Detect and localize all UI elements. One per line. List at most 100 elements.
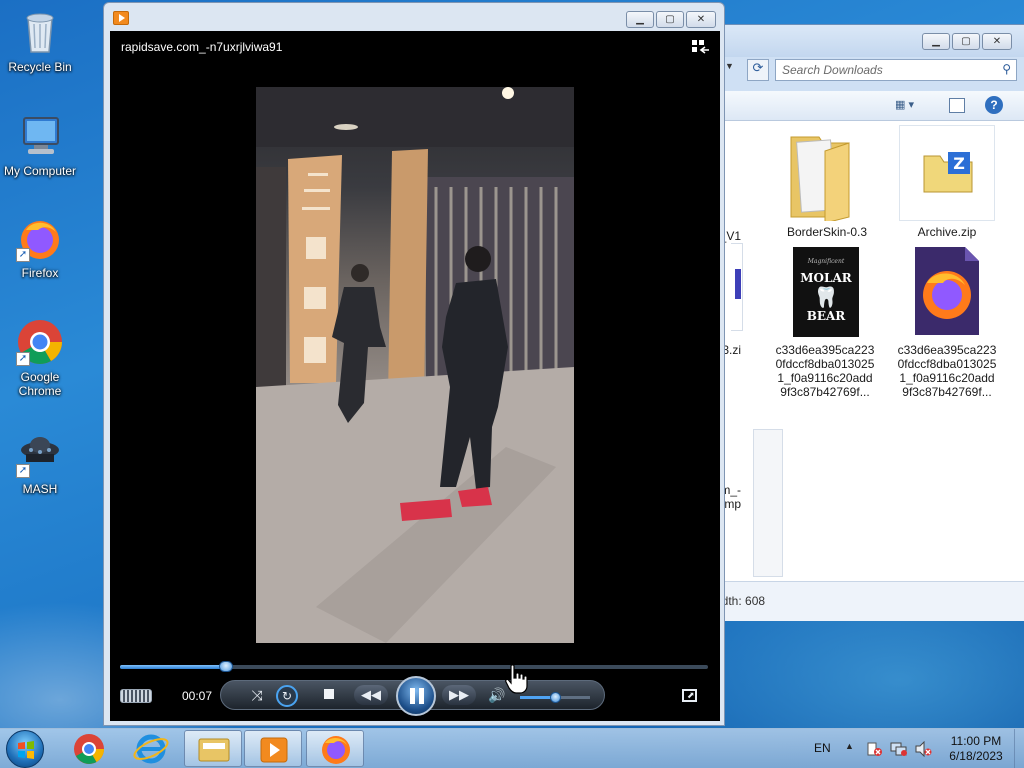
show-hidden-icons-icon[interactable]: ▲ (845, 741, 855, 753)
poster-thumbnail: Magnificent MOLAR 🦷 BEAR (777, 243, 873, 339)
internet-explorer-icon (133, 734, 169, 764)
video-title: rapidsave.com_-n7uxrjlviwa91 (121, 40, 283, 54)
fullscreen-icon[interactable]: ⬈ (682, 689, 697, 702)
fast-forward-icon[interactable]: ▶▶ (442, 685, 476, 705)
system-clock[interactable]: 11:00 PM 6/18/2023 (940, 734, 1012, 764)
file-item-borderskin[interactable]: BorderSkin-0.3 (777, 125, 877, 239)
stop-icon[interactable] (324, 689, 334, 699)
recycle-bin-icon (16, 8, 64, 56)
show-desktop-button[interactable] (1014, 729, 1024, 768)
network-icon[interactable] (890, 741, 908, 757)
preview-pane-icon[interactable] (949, 98, 965, 113)
time-display: 00:07 (182, 689, 213, 703)
address-dropdown-icon[interactable]: ▼ (725, 61, 741, 81)
search-input[interactable]: Search Downloads ⚲ (775, 59, 1017, 81)
volume-icon[interactable]: 🔊 (488, 686, 506, 704)
desktop-icon-my-computer[interactable]: My Computer (0, 112, 80, 178)
desktop-icon-mash[interactable]: ➚ MASH (0, 430, 80, 496)
clock-time: 11:00 PM (950, 734, 1002, 748)
computer-icon (16, 112, 64, 160)
seek-bar[interactable] (120, 661, 708, 672)
pause-icon-bar (419, 688, 424, 704)
shuffle-icon[interactable]: ⤨ (248, 687, 266, 705)
maximize-button[interactable]: ▢ (656, 11, 684, 28)
pause-button[interactable] (396, 676, 436, 716)
minimize-button[interactable]: ▁ (922, 33, 950, 50)
taskbar-firefox-button[interactable] (306, 730, 364, 767)
mash-icon: ➚ (16, 430, 64, 478)
file-name: c33d6ea395ca2230fdccf8dba0130251_f0a9116… (775, 343, 875, 399)
desktop-icon-label: MASH (22, 482, 58, 496)
explorer-toolbar: ▦ ▾ ? (713, 91, 1024, 121)
media-player-window: ▁ ▢ ✕ rapidsave.com_-n7uxrjlviwa91 00:07… (103, 2, 725, 726)
desktop-icon-label: Recycle Bin (8, 60, 72, 74)
file-name: c33d6ea395ca2230fdccf8dba0130251_f0a9116… (897, 343, 997, 399)
search-icon: ⚲ (1002, 62, 1011, 76)
maximize-button[interactable]: ▢ (952, 33, 980, 50)
volume-thumb[interactable] (550, 692, 561, 703)
poster-caption: Magnificent (807, 258, 845, 265)
folder-icon (198, 738, 230, 762)
help-icon[interactable]: ? (985, 96, 1003, 114)
zip-file-icon: Z (899, 125, 995, 221)
details-text: idth: 608 (719, 594, 766, 608)
media-player-icon (260, 737, 288, 763)
desktop-icon-firefox[interactable]: ➚ Firefox (0, 214, 80, 280)
taskbar: EN ▲ 11:00 PM 6/18/2023 (0, 728, 1024, 768)
poster-title-bear: BEAR (806, 309, 846, 323)
file-item-firefox-html[interactable]: c33d6ea395ca2230fdccf8dba0130251_f0a9116… (897, 243, 997, 399)
switch-to-library-icon[interactable] (692, 40, 710, 54)
media-player-app-icon (113, 11, 129, 25)
seek-progress (120, 665, 226, 669)
view-options-icon[interactable]: ▦ ▾ (895, 98, 925, 114)
windows-logo-icon (18, 741, 34, 759)
taskbar-explorer-button[interactable] (184, 730, 242, 767)
seek-thumb[interactable] (218, 661, 233, 672)
speaker-muted-icon[interactable] (914, 740, 932, 758)
file-name: Archive.zip (917, 225, 977, 239)
player-window-buttons: ▁ ▢ ✕ (626, 11, 716, 28)
player-titlebar: ▁ ▢ ✕ (104, 3, 724, 31)
desktop-icon-google-chrome[interactable]: ➚ Google Chrome (0, 318, 80, 398)
pause-icon (410, 688, 415, 704)
firefox-icon: ➚ (16, 214, 64, 262)
desktop-icon-label: Firefox (21, 266, 59, 280)
chrome-icon (74, 734, 104, 764)
explorer-titlebar: ▁ ▢ ✕ (713, 25, 1024, 57)
file-item-archive-zip[interactable]: Z Archive.zip (897, 125, 997, 239)
close-button[interactable]: ✕ (982, 33, 1012, 50)
volume-slider[interactable] (520, 692, 590, 703)
minimize-button[interactable]: ▁ (626, 11, 654, 28)
repeat-icon[interactable]: ↻ (276, 685, 298, 707)
poster-title-molar: MOLAR (800, 271, 852, 285)
explorer-window: ▁ ▢ ✕ ▼ ⟳ Search Downloads ⚲ ▦ ▾ ? _V1 B… (712, 24, 1024, 621)
taskbar-chrome-button[interactable] (60, 730, 118, 767)
action-center-icon[interactable] (866, 741, 882, 757)
taskbar-ie-button[interactable] (122, 730, 180, 767)
tooth-icon: 🦷 (813, 285, 839, 309)
video-area[interactable]: rapidsave.com_-n7uxrjlviwa91 00:07 ⤨ ↻ ◀… (110, 31, 720, 721)
rewind-icon[interactable]: ◀◀ (354, 685, 388, 705)
desktop-icon-label: My Computer (3, 164, 77, 178)
taskbar-media-player-button[interactable] (244, 730, 302, 767)
svg-text:Z: Z (953, 154, 965, 173)
firefox-icon (322, 736, 350, 764)
start-button[interactable] (6, 730, 44, 768)
language-indicator[interactable]: EN (814, 741, 831, 755)
desktop-icon-recycle-bin[interactable]: Recycle Bin (0, 8, 80, 74)
shortcut-arrow-icon: ➚ (16, 464, 30, 478)
file-item-molar-bear[interactable]: Magnificent MOLAR 🦷 BEAR c33d6ea395ca223… (775, 243, 875, 399)
clock-date: 6/18/2023 (949, 749, 1003, 763)
audio-visualizer-icon[interactable] (120, 689, 152, 703)
file-list: _V1 BorderSkin-0.3 Z Archive.zip .3.zi M… (713, 121, 1024, 581)
firefox-document-icon (899, 243, 995, 339)
file-name: BorderSkin-0.3 (786, 225, 868, 239)
shortcut-arrow-icon: ➚ (16, 352, 30, 366)
close-button[interactable]: ✕ (686, 11, 716, 28)
refresh-icon[interactable]: ⟳ (747, 59, 769, 81)
search-placeholder: Search Downloads (782, 63, 883, 77)
chrome-icon: ➚ (16, 318, 64, 366)
details-pane: idth: 608 (713, 581, 1024, 621)
explorer-window-buttons: ▁ ▢ ✕ (922, 33, 1012, 50)
hand-cursor-icon (505, 664, 529, 694)
